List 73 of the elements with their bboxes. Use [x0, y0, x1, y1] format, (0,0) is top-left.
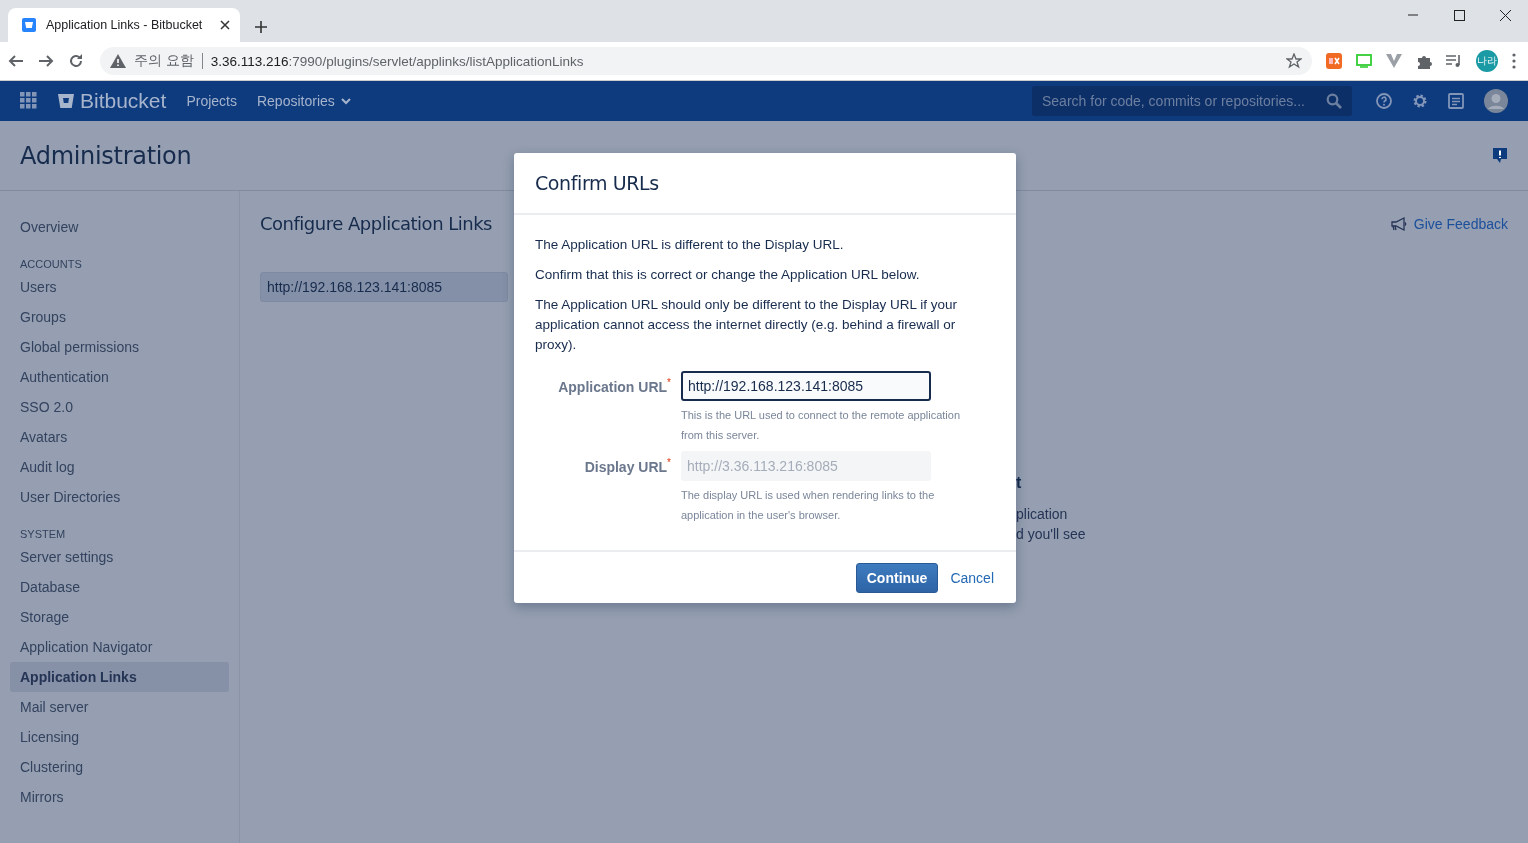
- reload-icon[interactable]: [68, 53, 84, 69]
- sidebar-item[interactable]: Audit log: [10, 452, 229, 482]
- sidebar-item[interactable]: Avatars: [10, 422, 229, 452]
- continue-button[interactable]: Continue: [855, 562, 939, 593]
- section-heading: t: [1016, 474, 1023, 492]
- back-icon[interactable]: [8, 53, 24, 69]
- app-switcher-icon[interactable]: [20, 92, 38, 110]
- sidebar-item[interactable]: Mirrors: [10, 782, 229, 812]
- sidebar-item[interactable]: Application Links: [10, 662, 229, 692]
- input-field: http://3.36.113.216:8085: [681, 451, 931, 481]
- product-name: Bitbucket: [80, 89, 167, 113]
- profile-avatar[interactable]: 나라: [1476, 50, 1498, 72]
- new-tab-icon[interactable]: [254, 20, 268, 34]
- help-icon[interactable]: [1376, 93, 1392, 109]
- address-bar[interactable]: 주의 요함 3.36.113.216:7990/plugins/servlet/applinks/listApplicationLinks: [100, 47, 1312, 75]
- bitbucket-logo[interactable]: Bitbucket: [58, 89, 167, 113]
- sidebar-item[interactable]: Clustering: [10, 752, 229, 782]
- chevron-down-icon: [340, 97, 351, 105]
- close-icon[interactable]: [220, 20, 230, 30]
- sidebar-item[interactable]: Users: [10, 272, 229, 302]
- dialog-text: The Application URL should only be different to the Display URL if your application cannot access the internet directly (e.g. behind a firewall or proxy).: [535, 296, 958, 354]
- playlist-icon[interactable]: [1446, 54, 1462, 68]
- browser-tab[interactable]: Application Links - Bitbucket: [8, 8, 240, 42]
- notes-icon[interactable]: [1448, 93, 1464, 109]
- star-icon[interactable]: [1286, 53, 1302, 69]
- sidebar-item[interactable]: User Directories: [10, 482, 229, 512]
- section-heading: SYSTEM: [19, 527, 67, 542]
- sidebar-item[interactable]: SSO 2.0: [10, 392, 229, 422]
- help-text: This is the URL used to connect to the remote application from this server.: [681, 408, 962, 443]
- avatar-icon[interactable]: [1484, 89, 1508, 113]
- url-field[interactable]: http://192.168.123.141:8085: [260, 272, 508, 302]
- extension-icon[interactable]: [1326, 53, 1342, 69]
- search-icon[interactable]: [1326, 93, 1342, 109]
- dialog-title: Confirm URLs: [535, 172, 659, 194]
- help-text: The display URL is used when rendering links to the application in the user's browser.: [681, 488, 936, 523]
- input-field[interactable]: http://192.168.123.141:8085: [681, 371, 931, 401]
- security-label: 주의 요함: [134, 52, 194, 70]
- sidebar-item[interactable]: Database: [10, 572, 229, 602]
- sidebar-item[interactable]: Groups: [10, 302, 229, 332]
- forward-icon[interactable]: [38, 53, 54, 69]
- feedback-icon[interactable]: [1492, 146, 1508, 165]
- bucket-icon: [58, 93, 74, 109]
- sidebar-item[interactable]: Global permissions: [10, 332, 229, 362]
- field-label: Display URL$^{*}$: [583, 456, 671, 477]
- section-heading: ACCOUNTS: [19, 257, 83, 272]
- sidebar-item[interactable]: Overview: [10, 212, 229, 242]
- bucket-icon: [22, 18, 36, 32]
- feedback-link[interactable]: Give Feedback: [1389, 215, 1508, 232]
- sidebar-item[interactable]: Mail server: [10, 692, 229, 722]
- sidebar-item[interactable]: Licensing: [10, 722, 229, 752]
- nav-link[interactable]: Projects: [186, 93, 237, 109]
- field-label: Application URL$^{*}$: [557, 376, 671, 397]
- search-field[interactable]: Search for code, commits or repositories...: [1032, 86, 1352, 116]
- url-text: 3.36.113.216:7990/plugins/servlet/applinks/listApplicationLinks: [210, 53, 585, 69]
- dialog-text: Confirm that this is correct or change the Application URL below.: [535, 266, 921, 284]
- puzzle-icon[interactable]: [1416, 53, 1432, 69]
- sidebar-item[interactable]: Storage: [10, 602, 229, 632]
- tab-title: Application Links - Bitbucket: [46, 18, 204, 32]
- dialog-text: The Application URL is different to the Display URL.: [535, 236, 845, 254]
- more-icon[interactable]: [1512, 53, 1516, 69]
- megaphone-icon: [1389, 215, 1408, 232]
- body-text: plication: [1016, 505, 1069, 524]
- cancel-link[interactable]: Cancel: [948, 562, 996, 593]
- sidebar-item[interactable]: Application Navigator: [10, 632, 229, 662]
- v-shape-icon[interactable]: [1386, 54, 1402, 68]
- body-text: d you'll see: [1016, 525, 1087, 544]
- sidebar-item[interactable]: Server settings: [10, 542, 229, 572]
- page-title: Administration: [20, 141, 192, 170]
- warning-icon: [110, 54, 126, 68]
- nav-link[interactable]: Repositories: [256, 93, 351, 109]
- settings-icon[interactable]: [1412, 93, 1428, 109]
- section-title: Configure Application Links: [260, 213, 492, 234]
- sidebar-item[interactable]: Authentication: [10, 362, 229, 392]
